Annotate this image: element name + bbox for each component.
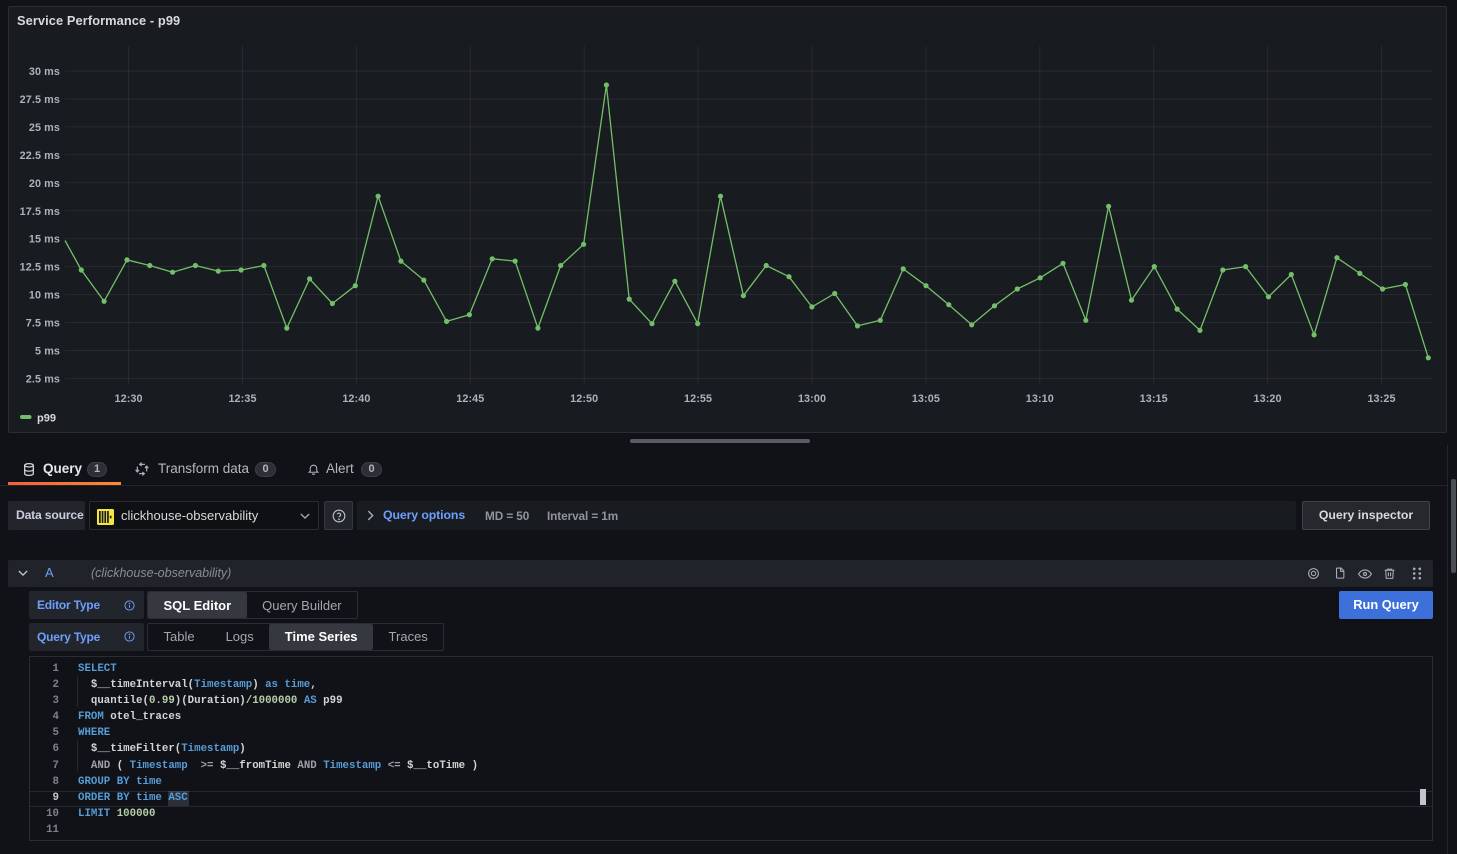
svg-text:7.5 ms: 7.5 ms	[26, 318, 60, 330]
svg-text:25 ms: 25 ms	[29, 122, 60, 134]
svg-text:2.5 ms: 2.5 ms	[26, 373, 60, 385]
svg-text:27.5 ms: 27.5 ms	[20, 94, 60, 106]
svg-text:12.5 ms: 12.5 ms	[20, 262, 60, 274]
svg-text:13:25: 13:25	[1367, 393, 1395, 405]
svg-text:22.5 ms: 22.5 ms	[20, 150, 60, 162]
svg-text:13:15: 13:15	[1140, 393, 1168, 405]
svg-text:13:10: 13:10	[1026, 393, 1054, 405]
svg-text:12:45: 12:45	[456, 393, 484, 405]
svg-text:20 ms: 20 ms	[29, 178, 60, 190]
svg-text:13:20: 13:20	[1254, 393, 1282, 405]
svg-text:30 ms: 30 ms	[29, 66, 60, 78]
svg-text:5 ms: 5 ms	[35, 346, 60, 358]
svg-text:10 ms: 10 ms	[29, 290, 60, 302]
svg-text:p99: p99	[37, 413, 56, 425]
svg-text:12:40: 12:40	[342, 393, 370, 405]
svg-text:12:35: 12:35	[228, 393, 256, 405]
svg-text:13:05: 13:05	[912, 393, 940, 405]
svg-text:17.5 ms: 17.5 ms	[20, 206, 60, 218]
svg-text:13:00: 13:00	[798, 393, 826, 405]
svg-text:12:55: 12:55	[684, 393, 712, 405]
svg-text:15 ms: 15 ms	[29, 234, 60, 246]
svg-text:12:50: 12:50	[570, 393, 598, 405]
svg-text:12:30: 12:30	[115, 393, 143, 405]
